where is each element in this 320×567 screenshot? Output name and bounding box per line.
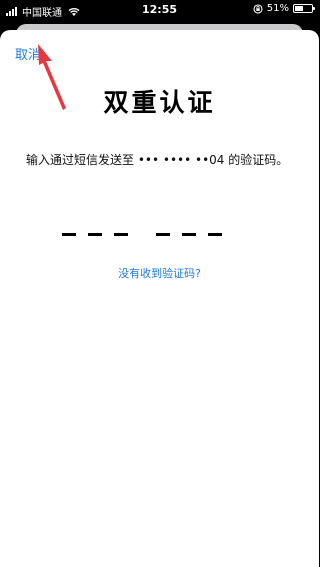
screen: 中国联通 12:55 51% 取消 双重认证 输入通过短信发送至 ••• •••… bbox=[0, 0, 319, 567]
code-digit-slot bbox=[182, 233, 196, 236]
code-digit-slot bbox=[208, 233, 222, 236]
no-code-received-link[interactable]: 没有收到验证码? bbox=[0, 265, 319, 281]
verification-code-input[interactable] bbox=[62, 233, 258, 239]
code-digit-slot bbox=[62, 233, 76, 236]
status-right: 51% bbox=[253, 3, 315, 14]
battery-level bbox=[295, 6, 304, 11]
battery-icon bbox=[293, 4, 315, 13]
code-digit-slot bbox=[114, 233, 128, 236]
page-title: 双重认证 bbox=[103, 88, 216, 117]
cancel-button[interactable]: 取消 bbox=[15, 44, 41, 63]
code-digit-slot bbox=[88, 233, 102, 236]
battery-percent: 51% bbox=[266, 3, 289, 14]
code-digit-slot bbox=[156, 233, 170, 236]
two-factor-sheet: 取消 双重认证 输入通过短信发送至 ••• •••• ••04 的验证码。 没有… bbox=[0, 30, 319, 567]
orientation-lock-icon bbox=[253, 3, 263, 14]
sms-instruction-text: 输入通过短信发送至 ••• •••• ••04 的验证码。 bbox=[26, 153, 289, 167]
status-bar: 中国联通 12:55 51% bbox=[0, 0, 319, 20]
